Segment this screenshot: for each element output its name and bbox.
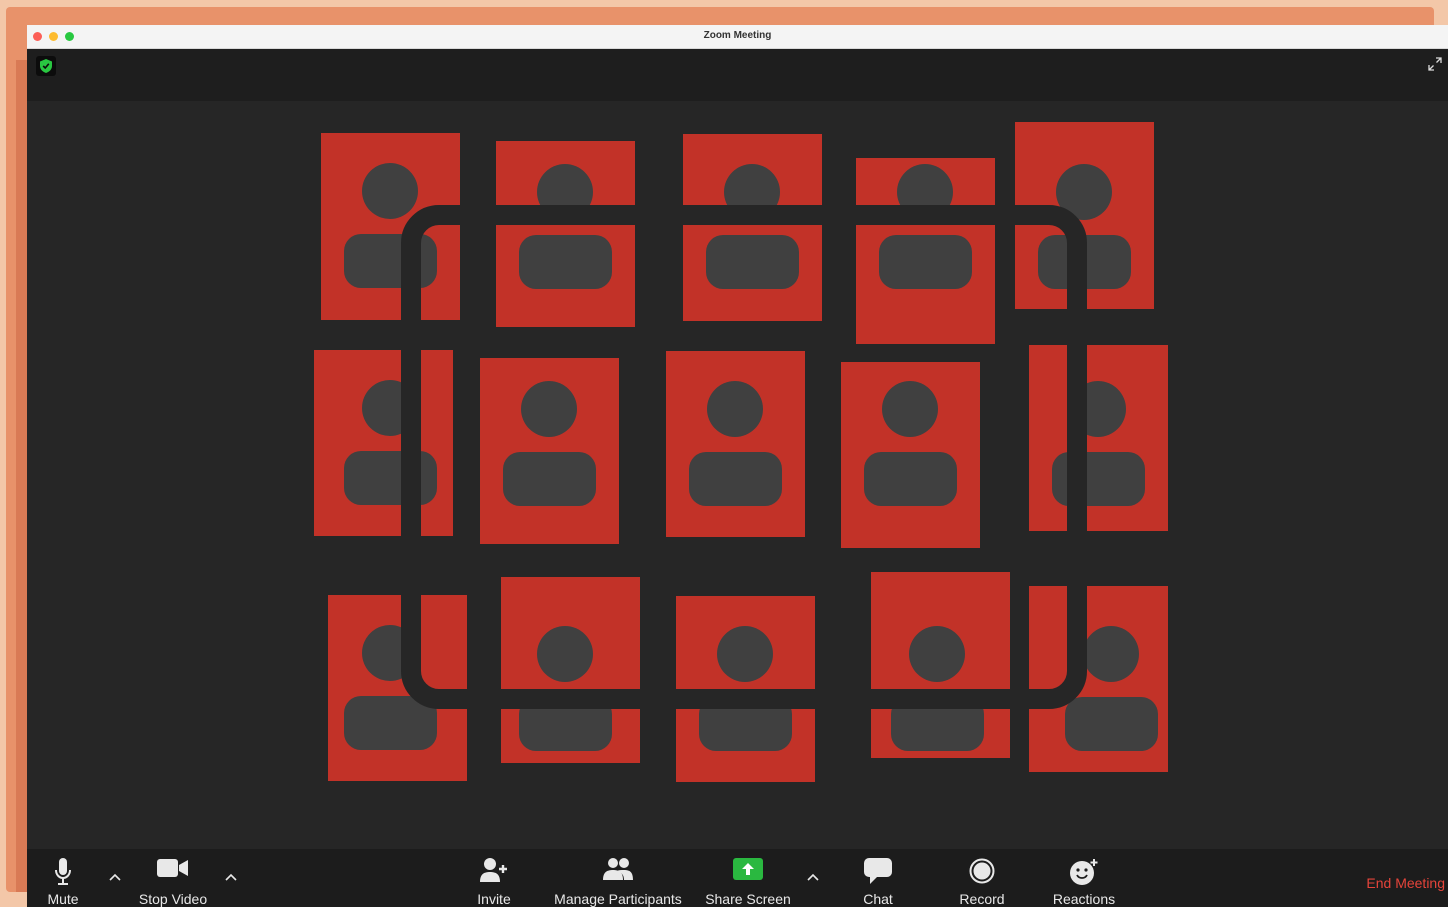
zoom-window: Zoom Meeting Mute Stop Video Invite Mana… [27, 25, 1448, 907]
audio-options-chevron-up-icon[interactable] [108, 869, 122, 887]
focus-frame-overlay [401, 205, 1087, 709]
mute-button[interactable]: Mute [37, 849, 89, 907]
add-person-icon [480, 858, 508, 887]
encryption-shield-icon[interactable] [36, 56, 56, 76]
meeting-top-bar [27, 49, 1448, 101]
invite-button[interactable]: Invite [474, 849, 514, 907]
record-icon [969, 858, 995, 889]
video-options-chevron-up-icon[interactable] [224, 869, 238, 887]
fullscreen-icon[interactable] [1428, 57, 1442, 76]
stop-video-button[interactable]: Stop Video [133, 849, 213, 907]
chat-bubble-icon [864, 858, 892, 889]
end-meeting-button[interactable]: End Meeting [1366, 875, 1445, 891]
share-screen-icon [733, 858, 763, 885]
share-options-chevron-up-icon[interactable] [806, 869, 820, 887]
video-camera-icon [157, 858, 189, 883]
avatar-head-icon [362, 163, 418, 219]
microphone-icon [54, 858, 72, 891]
chat-button[interactable]: Chat [858, 849, 898, 907]
share-screen-button[interactable]: Share Screen [703, 849, 793, 907]
title-bar: Zoom Meeting [27, 25, 1448, 49]
record-button[interactable]: Record [955, 849, 1009, 907]
reactions-button[interactable]: Reactions [1049, 849, 1119, 907]
avatar-body-icon [1065, 697, 1158, 751]
smiley-icon [1069, 858, 1099, 891]
gallery-view [27, 101, 1448, 849]
avatar-head-icon [1083, 626, 1139, 682]
manage-participants-button[interactable]: Manage Participants [546, 849, 690, 907]
meeting-controls-toolbar: Mute Stop Video Invite Manage Participan… [27, 849, 1448, 907]
participants-icon [603, 858, 633, 885]
window-title: Zoom Meeting [703, 30, 772, 41]
